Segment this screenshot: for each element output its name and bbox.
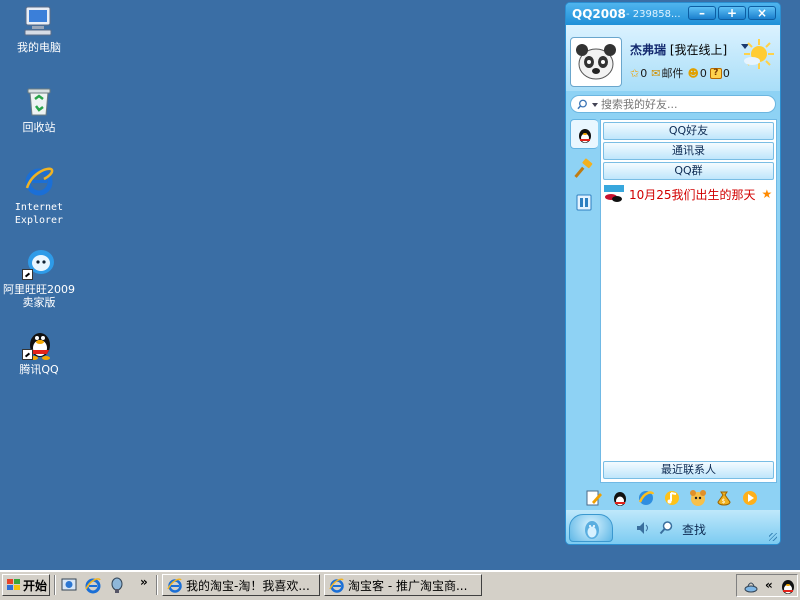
close-button[interactable]: ×: [748, 6, 776, 20]
desktop-icon-label: 阿里旺旺2009 卖家版: [3, 283, 75, 309]
show-desktop-icon[interactable]: [60, 576, 78, 594]
start-button[interactable]: 开始: [2, 574, 50, 596]
nickname: 杰弗瑞: [630, 43, 667, 57]
qzone-count: 0: [699, 66, 707, 80]
qq-number: - 239858...: [626, 9, 681, 20]
music-icon[interactable]: [662, 488, 682, 508]
level-star-icon[interactable]: ✩: [630, 67, 639, 80]
tab-contacts[interactable]: [570, 119, 598, 149]
desktop-icon-label: 回收站: [22, 121, 56, 134]
qq-bottom-bar: 查找: [566, 510, 780, 544]
search-icon: [577, 99, 587, 110]
tab-tools[interactable]: [570, 153, 598, 183]
quick-launch: [60, 576, 126, 594]
network-icon[interactable]: [743, 578, 759, 594]
desktop-icon-aliwangwang[interactable]: 阿里旺旺2009 卖家版: [0, 246, 78, 309]
qq-penguin-icon[interactable]: [779, 577, 797, 595]
chevron-down-icon[interactable]: [592, 103, 598, 107]
qq-title-bar[interactable]: QQ2008 - 239858... – + ×: [566, 3, 780, 25]
friend-search-box[interactable]: [570, 95, 776, 113]
quick-launch-more-icon[interactable]: »: [140, 575, 148, 589]
find-button[interactable]: 查找: [682, 521, 706, 538]
minimize-button[interactable]: –: [688, 6, 716, 20]
tab-apps[interactable]: [570, 187, 598, 217]
taskbar-divider: [156, 575, 158, 595]
desktop-icon-label: Internet Explorer: [14, 202, 64, 226]
group-qq-group[interactable]: QQ群: [603, 162, 774, 180]
internet-explorer-icon: [22, 164, 56, 198]
taskbar: 开始 » 我的淘宝-淘！我喜欢... 淘宝客 - 推广淘宝商... «: [0, 570, 800, 600]
mail-icon[interactable]: ✉: [651, 67, 660, 80]
qq-penguin-icon[interactable]: [610, 488, 630, 508]
desktop-icon-recycle-bin[interactable]: 回收站: [0, 84, 78, 134]
internet-explorer-icon: [167, 578, 182, 593]
list-item[interactable]: 10月25我们出生的那天 ★: [603, 184, 772, 204]
qzone-icon[interactable]: ☻: [687, 67, 698, 80]
app-shortcuts: $: [584, 488, 760, 508]
volume-icon[interactable]: [636, 521, 650, 535]
qq-penguin-icon: [579, 129, 591, 143]
weather-sun-icon[interactable]: [742, 37, 776, 71]
taskbar-item-taobao[interactable]: 我的淘宝-淘！我喜欢...: [162, 574, 320, 596]
video-play-icon[interactable]: [740, 488, 760, 508]
windows-logo-icon: [7, 579, 20, 590]
taskbar-divider: [54, 575, 56, 595]
mobile-box-icon: [576, 194, 592, 211]
qq-penguin-icon: [22, 326, 56, 360]
star-icon: ★: [761, 187, 773, 201]
mail-label[interactable]: 邮件: [661, 65, 683, 81]
desktop-icon-tencent-qq[interactable]: 腾讯QQ: [0, 326, 78, 376]
internet-explorer-icon: [329, 578, 344, 593]
tray-expand-icon[interactable]: «: [765, 578, 773, 592]
money-bag-icon[interactable]: $: [714, 488, 734, 508]
internet-explorer-icon[interactable]: [84, 576, 102, 594]
recycle-bin-icon: [22, 84, 56, 118]
hammer-icon: [574, 158, 593, 178]
desktop-icon-label: 我的电脑: [17, 41, 61, 54]
qq-main-menu-button[interactable]: [569, 514, 613, 542]
taskbar-item-label: 淘宝客 - 推广淘宝商...: [348, 578, 468, 593]
qq-penguin-icon: [585, 521, 599, 539]
shortcut-arrow-icon: [22, 349, 33, 360]
aliwangwang-icon: [22, 246, 56, 280]
pet-icon[interactable]: [688, 488, 708, 508]
nickname-status[interactable]: 杰弗瑞 [我在线上]: [630, 41, 727, 58]
contact-list: QQ好友 通讯录 QQ群 10月25我们出生的那天 ★ 最近联系人: [600, 119, 777, 483]
resize-grip[interactable]: [769, 533, 777, 541]
contact-avatar-icon: [603, 184, 625, 204]
taskbar-item-label: 我的淘宝-淘！我喜欢...: [186, 578, 310, 593]
browser-icon[interactable]: [636, 488, 656, 508]
contact-name: 10月25我们出生的那天: [629, 187, 756, 202]
desktop-icon-label: 腾讯QQ: [19, 363, 59, 376]
qq-title: QQ2008: [572, 7, 626, 21]
search-input[interactable]: [601, 97, 771, 111]
media-player-icon[interactable]: [108, 576, 126, 594]
side-tabs: [570, 119, 600, 483]
desktop-icon-my-computer[interactable]: 我的电脑: [0, 4, 78, 54]
system-tray: «: [736, 574, 798, 597]
qq-main-panel: QQ2008 - 239858... – + × 杰弗瑞 [我在线上] ✩ 0 …: [565, 2, 781, 545]
avatar[interactable]: [570, 37, 622, 87]
level-count: 0: [640, 66, 648, 80]
group-qq-friends[interactable]: QQ好友: [603, 122, 774, 140]
start-label: 开始: [23, 578, 48, 593]
computer-icon: [22, 4, 56, 38]
group-address-book[interactable]: 通讯录: [603, 142, 774, 160]
help-count: 0: [722, 66, 730, 80]
search-icon[interactable]: [659, 520, 674, 535]
qq-profile-area: 杰弗瑞 [我在线上] ✩ 0 ✉ 邮件 ☻ 0 ? 0: [566, 25, 780, 91]
recent-contacts-button[interactable]: 最近联系人: [603, 461, 774, 479]
help-icon[interactable]: ?: [709, 67, 722, 79]
edit-note-icon[interactable]: [584, 488, 604, 508]
svg-text:$: $: [722, 498, 726, 505]
shortcut-arrow-icon: [22, 269, 33, 280]
online-status: [我在线上]: [669, 43, 728, 57]
desktop-icon-internet-explorer[interactable]: Internet Explorer: [0, 164, 78, 227]
panda-avatar-icon: [576, 44, 616, 80]
taskbar-item-taobaoke[interactable]: 淘宝客 - 推广淘宝商...: [324, 574, 482, 596]
maximize-button[interactable]: +: [718, 6, 746, 20]
